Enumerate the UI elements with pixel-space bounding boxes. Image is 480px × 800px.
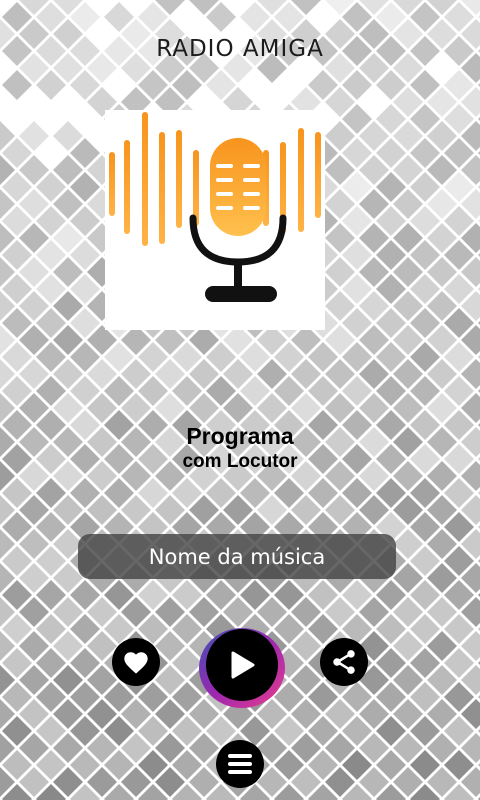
song-title: Nome da música [148, 544, 326, 569]
now-playing-bar: Nome da música [78, 534, 396, 579]
play-button[interactable] [206, 629, 278, 701]
program-info: Programa com Locutor [0, 423, 480, 474]
app-title: RADIO AMIGA [156, 36, 324, 62]
radio-logo [105, 110, 325, 330]
sound-wave-left [109, 112, 199, 246]
heart-icon [124, 652, 148, 674]
share-icon [333, 650, 355, 674]
play-icon [231, 651, 255, 679]
menu-button[interactable] [216, 740, 264, 788]
favorite-button[interactable] [112, 638, 160, 686]
menu-icon [228, 754, 252, 774]
program-name: Programa [186, 423, 294, 449]
microphone-icon [189, 138, 287, 302]
sound-wave-right [263, 128, 321, 234]
share-button[interactable] [320, 638, 368, 686]
program-host: com Locutor [182, 451, 298, 472]
play-button-wrapper [196, 623, 288, 711]
